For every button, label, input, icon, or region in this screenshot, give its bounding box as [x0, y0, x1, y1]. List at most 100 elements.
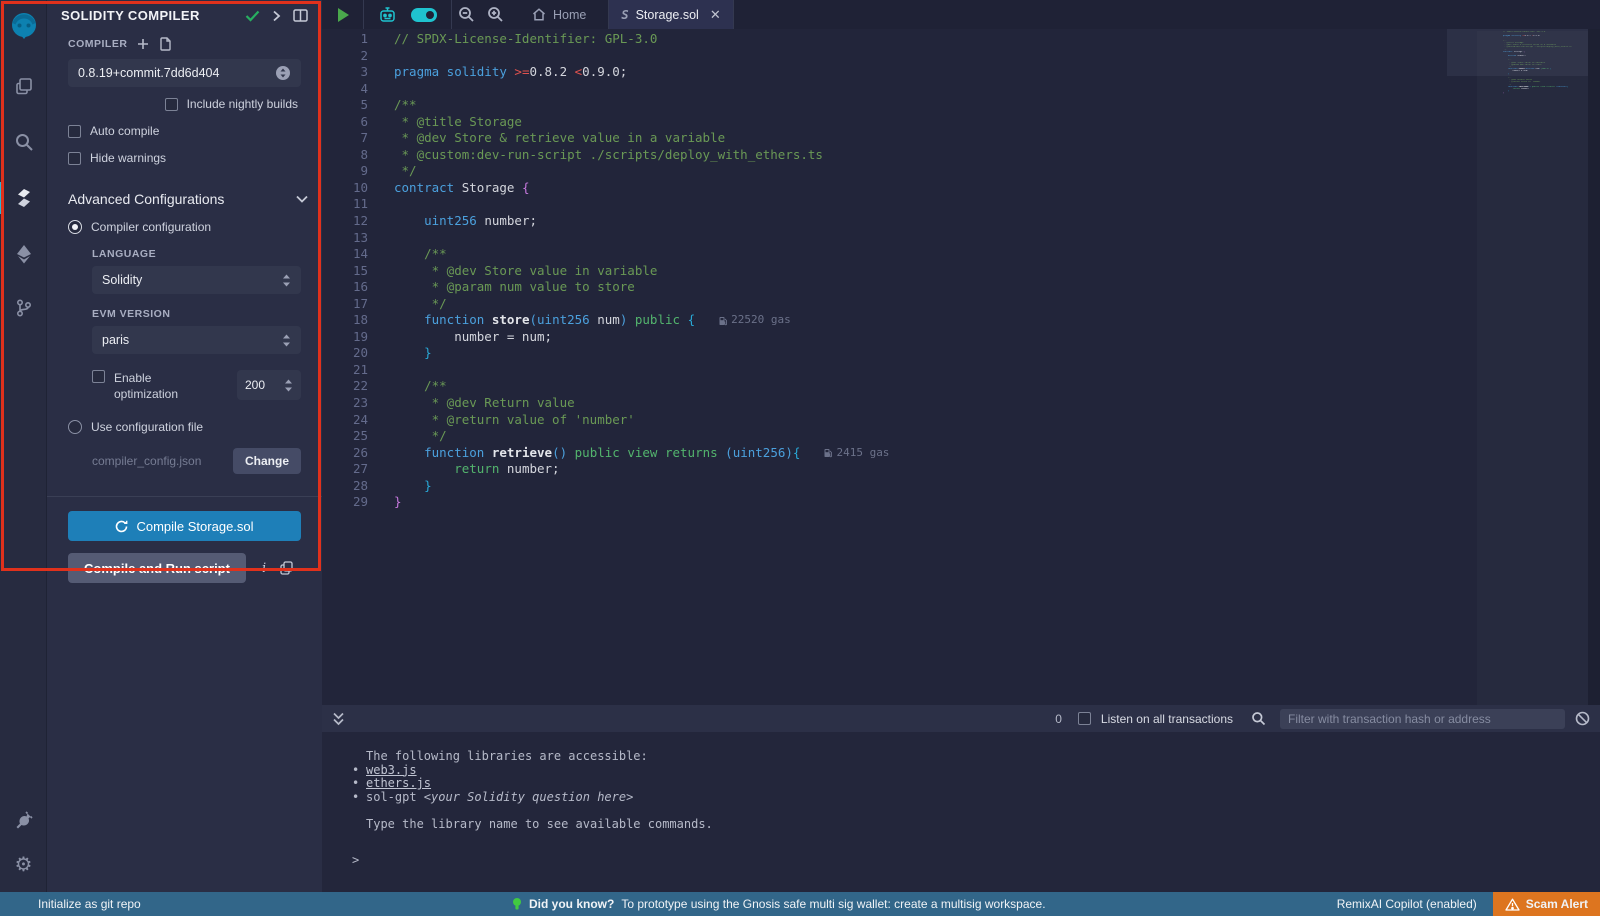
main-area: Home S Storage.sol ✕ 1// SPDX-License-Id…	[322, 0, 1600, 892]
git-init-status[interactable]: Initialize as git repo	[0, 897, 141, 911]
code-editor[interactable]: 1// SPDX-License-Identifier: GPL-3.023pr…	[322, 29, 1600, 705]
close-tab-icon[interactable]: ✕	[710, 7, 721, 23]
minimap[interactable]: // SPDX-License-Identifier: GPL-3.0pragm…	[1477, 31, 1588, 705]
editor-toolbar: Home S Storage.sol ✕	[322, 0, 1600, 29]
run-script-play-icon[interactable]	[338, 8, 349, 22]
chevron-right-icon[interactable]	[272, 10, 281, 22]
zoom-out-icon[interactable]	[458, 6, 475, 23]
code-lines: 1// SPDX-License-Identifier: GPL-3.023pr…	[322, 31, 1600, 511]
version-spinner-icon	[275, 65, 291, 81]
evm-version-label: EVM VERSION	[47, 294, 322, 320]
open-compiler-file-icon[interactable]	[159, 37, 172, 51]
deploy-run-icon[interactable]	[0, 232, 47, 276]
editor-scroll-gutter	[1588, 29, 1600, 705]
compiler-version-select[interactable]: 0.8.19+commit.7dd6d404	[68, 59, 301, 87]
compiler-section-label: COMPILER	[68, 38, 127, 50]
advanced-configurations-title[interactable]: Advanced Configurations	[68, 191, 296, 207]
listen-transactions-checkbox[interactable]	[1078, 712, 1091, 725]
compile-success-icon	[245, 10, 260, 22]
nightly-builds-checkbox[interactable]	[165, 98, 178, 111]
minimap-slider[interactable]	[1447, 29, 1588, 76]
auto-compile-label: Auto compile	[90, 124, 159, 138]
plugin-manager-icon[interactable]	[0, 798, 47, 842]
enable-optimization-checkbox[interactable]	[92, 370, 105, 383]
gas-estimate: 2415 gas	[824, 445, 889, 462]
copy-icon[interactable]	[280, 561, 293, 575]
radio-selected-dot	[68, 220, 82, 234]
compile-button-label: Compile Storage.sol	[136, 519, 253, 534]
tab-storage-label: Storage.sol	[636, 8, 699, 22]
enable-optimization-label: Enable optimization	[114, 370, 198, 402]
listen-transactions-label: Listen on all transactions	[1101, 712, 1233, 726]
status-bar: Initialize as git repo Did you know? To …	[0, 892, 1600, 916]
hide-warnings-checkbox[interactable]	[68, 152, 81, 165]
tab-storage-sol[interactable]: S Storage.sol ✕	[609, 0, 732, 29]
remix-logo-icon[interactable]	[0, 2, 47, 50]
icon-rail: ⚙	[0, 0, 47, 892]
terminal-output[interactable]: The following libraries are accessible:•…	[322, 732, 1600, 892]
transaction-count: 0	[1055, 712, 1062, 726]
search-icon[interactable]	[0, 120, 47, 164]
transaction-filter-input[interactable]	[1280, 709, 1565, 729]
refresh-icon	[115, 520, 128, 533]
evm-version-value: paris	[102, 333, 282, 347]
settings-gear-icon[interactable]: ⚙	[0, 842, 47, 886]
tab-home[interactable]: Home	[520, 0, 598, 29]
warning-triangle-icon	[1505, 898, 1520, 911]
panel-title: SOLIDITY COMPILER	[61, 8, 233, 23]
use-configuration-file-radio[interactable]: Use configuration file	[47, 402, 322, 434]
number-spinner-icon	[284, 379, 293, 392]
terminal-collapse-icon[interactable]	[332, 712, 345, 726]
compiler-configuration-label: Compiler configuration	[91, 220, 211, 234]
tip-text: To prototype using the Gnosis safe multi…	[621, 897, 1045, 911]
evm-version-select[interactable]: paris	[92, 326, 301, 354]
hide-warnings-label: Hide warnings	[90, 151, 166, 165]
compiler-configuration-radio[interactable]: Compiler configuration	[47, 207, 322, 234]
home-icon	[532, 8, 546, 21]
optimization-runs-value: 200	[245, 378, 284, 392]
scam-alert-badge[interactable]: Scam Alert	[1493, 892, 1600, 916]
file-explorer-icon[interactable]	[0, 64, 47, 108]
solidity-file-icon: S	[621, 8, 628, 22]
nightly-builds-label: Include nightly builds	[187, 97, 298, 111]
solidity-compiler-icon[interactable]	[0, 176, 47, 220]
terminal-lines: The following libraries are accessible:•…	[352, 750, 1600, 831]
select-chevrons-icon	[282, 274, 291, 287]
terminal-header: 0 Listen on all transactions	[322, 705, 1600, 732]
did-you-know-tip: Did you know? To prototype using the Gno…	[512, 897, 1046, 912]
remixai-robot-icon[interactable]	[378, 6, 397, 23]
compile-and-run-button[interactable]: Compile and Run script	[68, 553, 246, 583]
panel-divider	[47, 496, 322, 497]
git-icon[interactable]	[0, 286, 47, 330]
config-file-name: compiler_config.json	[92, 454, 233, 468]
compile-button[interactable]: Compile Storage.sol	[68, 511, 301, 541]
radio-unselected	[68, 420, 82, 434]
add-compiler-icon[interactable]	[137, 38, 149, 50]
terminal-link[interactable]: ethers.js	[366, 777, 431, 791]
change-config-button[interactable]: Change	[233, 448, 301, 474]
terminal-search-icon[interactable]	[1251, 711, 1266, 726]
tab-home-label: Home	[553, 8, 586, 22]
tip-bold: Did you know?	[529, 897, 614, 911]
scam-alert-label: Scam Alert	[1526, 897, 1588, 911]
chevron-down-icon	[296, 195, 308, 203]
terminal-link[interactable]: web3.js	[366, 764, 417, 778]
remixai-toggle[interactable]	[411, 8, 437, 22]
compiler-version-value: 0.8.19+commit.7dd6d404	[78, 66, 275, 80]
optimization-runs-input[interactable]: 200	[237, 370, 301, 400]
clear-console-icon[interactable]	[1575, 711, 1590, 726]
copilot-status[interactable]: RemixAI Copilot (enabled)	[1337, 897, 1477, 911]
zoom-in-icon[interactable]	[487, 6, 504, 23]
info-icon[interactable]: i	[262, 561, 266, 576]
use-configuration-file-label: Use configuration file	[91, 420, 203, 434]
language-select[interactable]: Solidity	[92, 266, 301, 294]
select-chevrons-icon	[282, 334, 291, 347]
solidity-compiler-panel: SOLIDITY COMPILER COMPILER 0.8.19+commit…	[47, 0, 322, 892]
gas-estimate: 22520 gas	[719, 312, 791, 329]
split-panel-icon[interactable]	[293, 9, 308, 22]
auto-compile-checkbox[interactable]	[68, 125, 81, 138]
language-value: Solidity	[102, 273, 282, 287]
lightbulb-icon	[512, 897, 522, 912]
remix-ide-window: ⚙ SOLIDITY COMPILER COMPILER	[0, 0, 1600, 916]
terminal-prompt[interactable]: >	[352, 853, 1600, 867]
